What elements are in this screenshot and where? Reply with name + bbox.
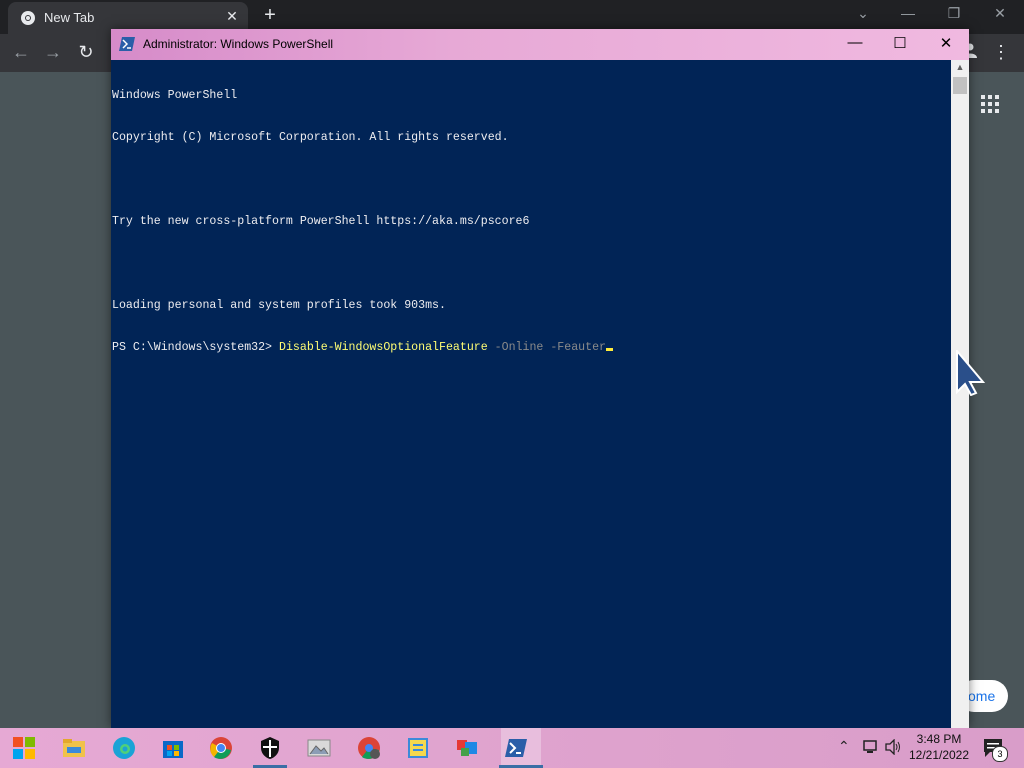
powershell-icon [119, 37, 135, 51]
chrome-favicon-icon [21, 11, 35, 25]
scroll-up-icon[interactable]: ▲ [951, 62, 969, 72]
powershell-taskbar-icon[interactable] [504, 736, 528, 760]
console-line: Copyright (C) Microsoft Corporation. All… [112, 131, 509, 144]
reload-icon[interactable]: ↻ [75, 42, 97, 63]
command-line[interactable]: PS C:\Windows\system32> Disable-WindowsO… [111, 341, 951, 355]
start-icon[interactable] [12, 736, 36, 760]
customize-label: ome [968, 688, 996, 704]
chrome-alt-icon[interactable] [357, 736, 381, 760]
powershell-titlebar[interactable]: Administrator: Windows PowerShell — ☐ ✕ [111, 29, 969, 60]
prompt: PS C:\Windows\system32> [112, 341, 279, 354]
browser-tab-title: New Tab [44, 10, 95, 25]
store-icon[interactable] [161, 736, 185, 760]
command-name: Disable-WindowsOptionalFeature [278, 341, 488, 354]
mouse-pointer-icon [956, 350, 986, 396]
tab-search-icon[interactable]: ⌄ [853, 5, 873, 22]
show-hidden-icons-icon[interactable]: ⌃ [838, 738, 850, 755]
minimize-button[interactable]: — [840, 34, 870, 51]
mixed-reality-icon[interactable] [455, 736, 479, 760]
notes-icon[interactable] [406, 736, 430, 760]
file-explorer-icon[interactable] [62, 736, 86, 760]
window-title: Administrator: Windows PowerShell [143, 37, 334, 51]
forward-icon[interactable]: → [42, 42, 64, 63]
clock-time: 3:48 PM [916, 732, 962, 746]
browser-close-button[interactable]: ✕ [990, 5, 1010, 22]
console-output[interactable]: Windows PowerShell Copyright (C) Microso… [111, 60, 951, 729]
console-line: Loading personal and system profiles too… [112, 299, 446, 312]
browser-menu-icon[interactable]: ⋮ [992, 42, 1010, 63]
taskbar: ⌃ 3:48 PM 12/21/2022 3 [0, 728, 1024, 768]
network-icon[interactable] [863, 739, 881, 755]
back-icon[interactable]: ← [10, 42, 32, 63]
photos-icon[interactable] [307, 736, 331, 760]
google-apps-icon[interactable] [981, 95, 999, 113]
tab-close-icon[interactable]: ✕ [224, 8, 240, 25]
maximize-button[interactable]: ☐ [885, 34, 915, 52]
scrollbar-thumb[interactable] [953, 77, 967, 94]
notification-count-badge: 3 [992, 746, 1008, 762]
browser-restore-button[interactable]: ❐ [944, 5, 964, 22]
powershell-window: Administrator: Windows PowerShell — ☐ ✕ … [111, 29, 969, 728]
browser-minimize-button[interactable]: — [898, 5, 918, 21]
new-tab-button[interactable]: + [258, 4, 282, 27]
chrome-icon[interactable] [209, 736, 233, 760]
text-cursor [606, 348, 613, 351]
close-button[interactable]: ✕ [931, 34, 961, 52]
clock[interactable]: 3:48 PM 12/21/2022 [898, 731, 980, 763]
command-params: -Online -Feauter [487, 341, 606, 354]
edge-icon[interactable] [112, 736, 136, 760]
clock-date: 12/21/2022 [908, 748, 970, 762]
console-line: Windows PowerShell [112, 89, 238, 102]
security-icon[interactable] [258, 736, 282, 760]
console-line: Try the new cross-platform PowerShell ht… [112, 215, 530, 228]
